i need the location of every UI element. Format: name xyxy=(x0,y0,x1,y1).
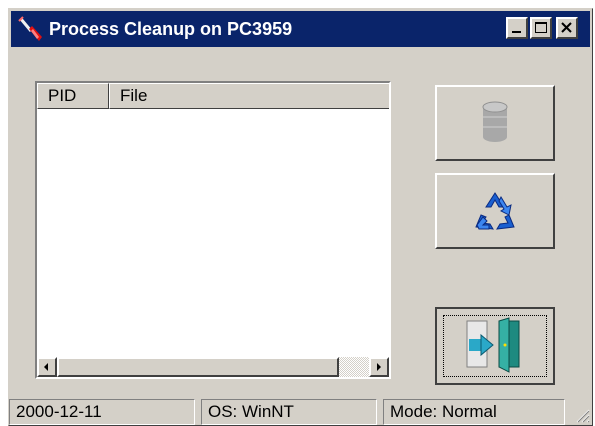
kill-process-button[interactable] xyxy=(435,85,555,161)
scroll-track[interactable] xyxy=(57,357,369,377)
scroll-left-button[interactable] xyxy=(37,357,57,377)
close-button[interactable] xyxy=(556,17,578,39)
minimize-icon xyxy=(512,31,521,33)
process-cleanup-window: Process Cleanup on PC3959 PID File 2000-… xyxy=(8,8,593,426)
list-header: PID File xyxy=(37,83,389,109)
broom-icon xyxy=(18,16,42,41)
status-date: 2000-12-11 xyxy=(9,399,195,425)
exit-button[interactable] xyxy=(435,307,555,385)
scroll-thumb[interactable] xyxy=(57,357,339,377)
cylinder-icon xyxy=(482,101,508,142)
close-icon xyxy=(561,22,572,33)
exit-door-icon xyxy=(466,317,520,373)
status-bar: 2000-12-11 OS: WinNT Mode: Normal xyxy=(9,395,592,425)
title-bar[interactable]: Process Cleanup on PC3959 xyxy=(11,11,590,47)
status-os: OS: WinNT xyxy=(201,399,377,425)
minimize-button[interactable] xyxy=(506,17,528,39)
scroll-right-button[interactable] xyxy=(369,357,389,377)
refresh-button[interactable] xyxy=(435,173,555,249)
arrow-right-icon xyxy=(377,363,381,371)
arrow-left-icon xyxy=(44,363,48,371)
maximize-icon xyxy=(535,22,547,33)
column-header-file[interactable]: File xyxy=(109,83,389,109)
recycle-icon xyxy=(475,192,515,230)
window-title: Process Cleanup on PC3959 xyxy=(49,19,293,39)
process-list[interactable]: PID File xyxy=(35,81,391,379)
column-header-pid[interactable]: PID xyxy=(37,83,109,109)
status-mode: Mode: Normal xyxy=(383,399,565,425)
resize-grip-icon[interactable] xyxy=(574,407,590,423)
horizontal-scrollbar[interactable] xyxy=(37,357,389,377)
maximize-button[interactable] xyxy=(530,17,552,39)
